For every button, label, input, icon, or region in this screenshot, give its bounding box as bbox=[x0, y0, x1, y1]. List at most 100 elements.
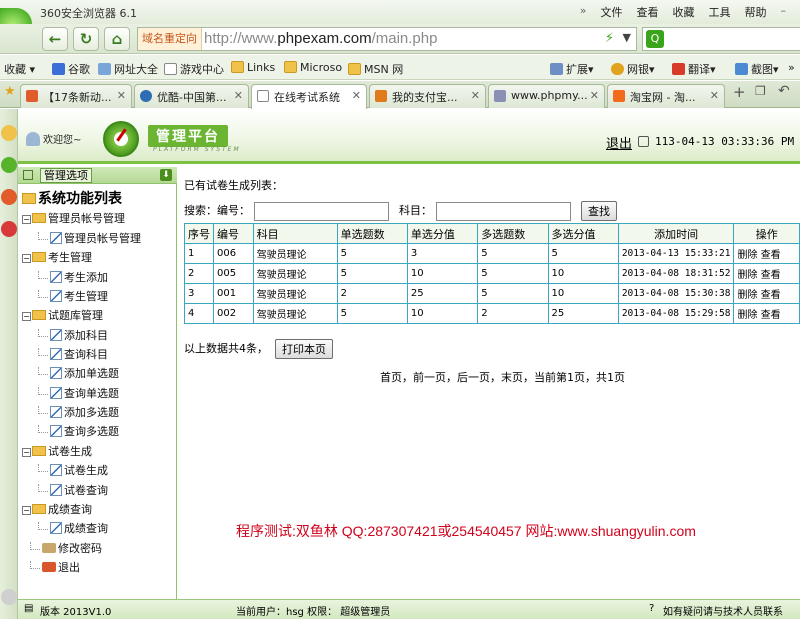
refresh-icon[interactable]: ↻ bbox=[73, 27, 99, 51]
tree-item-add-candidate[interactable]: 考生添加 bbox=[38, 269, 108, 285]
tab-youku[interactable]: 优酷-中国第... ✕ bbox=[134, 84, 249, 108]
tree-group-paper[interactable]: − 试卷生成 bbox=[22, 443, 92, 459]
close-icon[interactable]: ✕ bbox=[710, 89, 719, 102]
clock-icon bbox=[638, 136, 649, 147]
tree-item-add-multi[interactable]: 添加多选题 bbox=[38, 404, 119, 420]
star-icon[interactable]: ★ bbox=[4, 84, 16, 99]
tree-item-add-single[interactable]: 添加单选题 bbox=[38, 365, 119, 381]
edit-icon bbox=[50, 329, 62, 341]
close-icon[interactable]: ✕ bbox=[117, 89, 126, 102]
chevron-double-icon[interactable]: » bbox=[580, 4, 587, 20]
edit-icon bbox=[50, 425, 62, 437]
new-tab-icon[interactable]: + bbox=[733, 83, 746, 101]
menu-favorites[interactable]: 收藏 bbox=[673, 4, 695, 20]
online-banking-button[interactable]: 网银▾ bbox=[611, 61, 655, 77]
menu-view[interactable]: 查看 bbox=[637, 4, 659, 20]
row-actions[interactable]: 删除 查看 bbox=[733, 263, 800, 284]
back-icon[interactable]: ← bbox=[42, 27, 68, 51]
home-icon[interactable]: ⌂ bbox=[104, 27, 130, 51]
extensions-button[interactable]: 扩展▾ bbox=[550, 61, 594, 77]
number-input[interactable] bbox=[253, 201, 389, 221]
tree-group-scores[interactable]: − 成绩查询 bbox=[22, 501, 92, 517]
tree-group-candidates[interactable]: − 考生管理 bbox=[22, 249, 92, 265]
tab-news[interactable]: 【17条新动... ✕ bbox=[20, 84, 132, 108]
tree-group-admin[interactable]: − 管理员帐号管理 bbox=[22, 210, 125, 226]
row-actions[interactable]: 删除 查看 bbox=[733, 243, 800, 264]
tree-group-question-bank[interactable]: − 试题库管理 bbox=[22, 307, 103, 323]
settings-side-icon[interactable] bbox=[1, 589, 17, 605]
undo-icon[interactable]: ↶ bbox=[778, 83, 790, 99]
tree-item-change-password[interactable]: 修改密码 bbox=[30, 540, 102, 556]
bookmark-microsoft[interactable]: Microso bbox=[284, 61, 342, 74]
restore-icon[interactable]: ❐ bbox=[755, 84, 766, 98]
sidebar: 管理选项 ⬇ 系统功能列表 − 管理员帐号管理 管理员帐号管理 − 考生管理 考生添… bbox=[18, 167, 177, 599]
row-actions[interactable]: 删除 查看 bbox=[733, 303, 800, 324]
tree-item-logout[interactable]: 退出 bbox=[30, 559, 80, 575]
close-icon[interactable]: ✕ bbox=[590, 89, 599, 102]
edit-icon bbox=[50, 367, 62, 379]
translate-button[interactable]: 翻译▾ bbox=[672, 61, 716, 77]
search-button[interactable]: 查找 bbox=[581, 201, 617, 221]
total-count: 以上数据共4条， bbox=[184, 342, 268, 355]
cell: 10 bbox=[406, 263, 479, 284]
search-box[interactable]: Q bbox=[642, 27, 800, 51]
close-icon[interactable]: ✕ bbox=[471, 89, 480, 102]
menu-help[interactable]: 帮助 bbox=[745, 4, 767, 20]
bookmark-links[interactable]: Links bbox=[231, 61, 275, 74]
chat-side-icon[interactable] bbox=[1, 157, 17, 173]
cell: 2013-04-08 15:30:38 bbox=[617, 283, 735, 304]
menu-file[interactable]: 文件 bbox=[601, 4, 623, 20]
close-icon[interactable]: ✕ bbox=[352, 89, 361, 102]
tree-item-admin-manage[interactable]: 管理员帐号管理 bbox=[38, 230, 141, 246]
col-single-score: 单选分值 bbox=[406, 223, 479, 244]
row-actions[interactable]: 删除 查看 bbox=[733, 283, 800, 304]
grid-icon bbox=[23, 170, 33, 180]
pagination[interactable]: 首页，前一页，后一页，末页，当前第1页，共1页 bbox=[380, 369, 625, 385]
tree-item-generate-paper[interactable]: 试卷生成 bbox=[38, 462, 108, 478]
bookmark-google[interactable]: 谷歌 bbox=[52, 61, 90, 77]
search-engine-icon[interactable]: Q bbox=[646, 30, 664, 48]
print-button[interactable]: 打印本页 bbox=[275, 339, 333, 359]
tab-alipay[interactable]: 我的支付宝... ✕ bbox=[369, 84, 486, 108]
collapse-icon[interactable]: ⬇ bbox=[160, 169, 172, 181]
tree-item-query-paper[interactable]: 试卷查询 bbox=[38, 482, 108, 498]
close-icon[interactable]: ✕ bbox=[234, 89, 243, 102]
logout-link[interactable]: 退出 bbox=[606, 133, 632, 152]
total-row: 以上数据共4条， 打印本页 bbox=[184, 339, 333, 359]
more-icon[interactable]: » bbox=[788, 61, 795, 74]
tree-item-query-multi[interactable]: 查询多选题 bbox=[38, 423, 119, 439]
redirect-badge: 域名重定向 bbox=[138, 28, 202, 50]
speed-icon[interactable]: ⚡ bbox=[605, 31, 614, 46]
address-url[interactable]: http://www.phpexam.com/main.php bbox=[204, 30, 437, 47]
tab-phpmyadmin[interactable]: www.phpmy... ✕ bbox=[488, 84, 605, 108]
tab-exam-system[interactable]: 在线考试系统 ✕ bbox=[251, 84, 367, 109]
tree-item-query-subject[interactable]: 查询科目 bbox=[38, 346, 108, 362]
app-side-icon[interactable] bbox=[1, 221, 17, 237]
bookmark-games[interactable]: 游戏中心 bbox=[164, 61, 224, 77]
search-row: 搜索：编号： 科目： 查找 bbox=[184, 201, 617, 221]
chevron-down-icon[interactable]: ▼ bbox=[623, 31, 631, 44]
col-multi-count: 多选题数 bbox=[477, 223, 549, 244]
tree-item-add-subject[interactable]: 添加科目 bbox=[38, 327, 108, 343]
bookmark-msn[interactable]: MSN 网 bbox=[348, 61, 403, 77]
minimize-icon[interactable]: – bbox=[781, 4, 787, 20]
tab-taobao[interactable]: 淘宝网 - 淘... ✕ bbox=[607, 84, 725, 108]
cell: 10 bbox=[547, 263, 619, 284]
tree-item-manage-candidates[interactable]: 考生管理 bbox=[38, 288, 108, 304]
bookmark-favorites[interactable]: 收藏 ▾ bbox=[4, 61, 35, 77]
collapse-icon: − bbox=[22, 312, 31, 321]
menu-tools[interactable]: 工具 bbox=[709, 4, 731, 20]
bookmark-sites[interactable]: 网址大全 bbox=[98, 61, 158, 77]
tree-item-query-scores[interactable]: 成绩查询 bbox=[38, 520, 108, 536]
paper-table: 序号 编号 科目 单选题数 单选分值 多选题数 多选分值 添加时间 操作 1 0… bbox=[184, 223, 800, 324]
weibo-side-icon[interactable] bbox=[1, 189, 17, 205]
tree-item-query-single[interactable]: 查询单选题 bbox=[38, 385, 119, 401]
subject-input[interactable] bbox=[435, 201, 571, 221]
browser-side-strip bbox=[0, 109, 18, 619]
cell: 10 bbox=[547, 283, 619, 304]
screenshot-button[interactable]: 截图▾ bbox=[735, 61, 779, 77]
favorites-side-icon[interactable] bbox=[1, 125, 17, 141]
address-bar[interactable]: 域名重定向 http://www.phpexam.com/main.php ⚡ … bbox=[137, 27, 637, 51]
cell: 002 bbox=[213, 303, 254, 324]
browser-nav-bar: ← ↻ ⌂ 域名重定向 http://www.phpexam.com/main.… bbox=[0, 24, 800, 54]
